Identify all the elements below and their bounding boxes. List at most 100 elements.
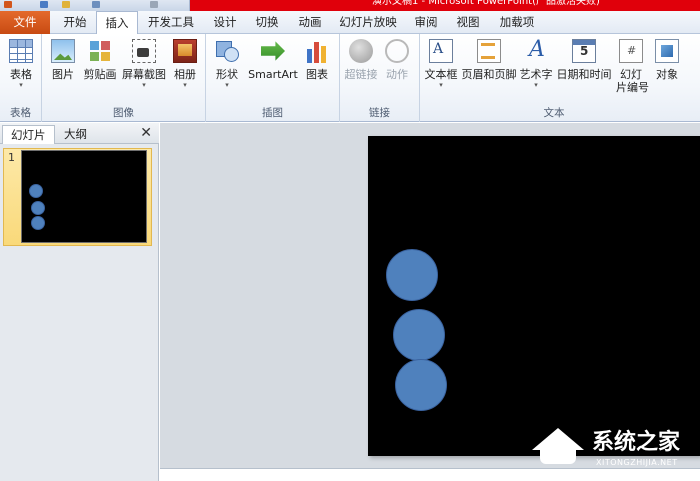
table-icon [9, 39, 33, 63]
album-button-label: 相册 [174, 68, 196, 81]
clipart-button-label: 剪贴画 [83, 68, 117, 81]
tab-slides[interactable]: 幻灯片 [2, 125, 55, 144]
save-icon[interactable] [92, 1, 100, 8]
object-button[interactable]: 对象 [652, 39, 682, 81]
tab-home[interactable]: 开始 [56, 11, 94, 34]
chart-button[interactable]: 图表 [302, 39, 332, 81]
tab-review[interactable]: 审阅 [406, 11, 446, 34]
tab-design[interactable]: 设计 [206, 11, 244, 34]
album-button[interactable]: 相册 ▾ [170, 39, 200, 90]
date-time-button-label: 日期和时间 [556, 68, 612, 81]
group-links-label: 链接 [369, 107, 390, 119]
wordart-button-label: 艺术字 [519, 68, 553, 81]
group-tables-label: 表格 [10, 107, 31, 119]
slide-number: 1 [8, 151, 15, 164]
slide-canvas[interactable] [368, 136, 700, 456]
wordart-button[interactable]: 艺术字 ▾ [518, 39, 554, 90]
thumbnail-circle [29, 184, 43, 198]
undo-icon[interactable] [40, 1, 48, 8]
chevron-down-icon: ▾ [142, 81, 146, 89]
screenshot-button[interactable]: 屏幕截图 ▾ [120, 39, 168, 90]
tab-addins[interactable]: 加载项 [492, 11, 542, 34]
group-illustrations-label: 插图 [262, 107, 283, 119]
quick-access-toolbar [0, 0, 190, 11]
date-time-button[interactable]: 日期和时间 [554, 39, 614, 81]
group-links: 超链接 动作 链接 [340, 34, 420, 122]
watermark-text: 系统之家 [592, 430, 681, 455]
picture-button[interactable]: 图片 [48, 39, 78, 81]
tab-slideshow[interactable]: 幻灯片放映 [334, 11, 402, 34]
picture-button-label: 图片 [52, 68, 74, 81]
shapes-button-label: 形状 [216, 68, 238, 81]
slide-number-button[interactable]: 幻灯 片编号 [616, 39, 649, 94]
ribbon: 表格 ▾ 表格 图片 剪贴画 屏幕截图 ▾ 相册 ▾ 图像 形状 ▾ Smart… [0, 34, 700, 122]
tab-file[interactable]: 文件 [0, 11, 50, 34]
wordart-icon [524, 39, 548, 63]
smartart-button-label: SmartArt [248, 68, 298, 81]
group-tables: 表格 ▾ 表格 [0, 34, 42, 122]
chevron-down-icon: ▾ [225, 81, 229, 89]
object-icon [655, 39, 679, 63]
screenshot-button-label: 屏幕截图 [122, 68, 166, 81]
title-bar: 演示文稿1 - Microsoft PowerPoint(产品激活失败) [0, 0, 700, 11]
screenshot-icon [132, 39, 156, 63]
tab-view[interactable]: 视图 [448, 11, 488, 34]
watermark-house-icon [530, 428, 588, 468]
header-footer-button[interactable]: 页眉和页脚 [460, 39, 518, 81]
circle-shape[interactable] [395, 359, 447, 411]
smartart-icon [261, 41, 285, 61]
clipart-button[interactable]: 剪贴画 [82, 39, 118, 81]
group-images: 图片 剪贴画 屏幕截图 ▾ 相册 ▾ 图像 [42, 34, 206, 122]
photo-album-icon [173, 39, 197, 63]
chevron-down-icon: ▾ [183, 81, 187, 89]
circle-shape[interactable] [393, 309, 445, 361]
hyperlink-button-label: 超链接 [344, 68, 378, 81]
chart-button-label: 图表 [306, 68, 328, 81]
thumbnail-circle [31, 201, 45, 215]
hyperlink-icon [349, 39, 373, 63]
header-footer-icon [477, 39, 501, 63]
chevron-down-icon: ▾ [19, 81, 23, 89]
tab-insert[interactable]: 插入 [96, 11, 138, 35]
chart-icon [305, 39, 329, 63]
group-text: 文本框 ▾ 页眉和页脚 艺术字 ▾ 日期和时间 幻灯 片编号 对象 文本 [420, 34, 688, 122]
tab-outline[interactable]: 大纲 [56, 125, 95, 144]
action-icon [385, 39, 409, 63]
pane-tabs: 幻灯片 大纲 ✕ [0, 123, 159, 144]
redo-icon[interactable] [62, 1, 70, 8]
header-footer-button-label: 页眉和页脚 [461, 68, 517, 81]
slide-thumbnail-row[interactable]: 1 [0, 145, 159, 249]
circle-shape[interactable] [386, 249, 438, 301]
picture-icon [51, 39, 75, 63]
app-icon[interactable] [4, 1, 12, 8]
ribbon-tab-bar: 文件 开始 插入 开发工具 设计 切换 动画 幻灯片放映 审阅 视图 加载项 [0, 11, 700, 35]
tab-animations[interactable]: 动画 [290, 11, 330, 34]
group-images-label: 图像 [113, 107, 134, 119]
tab-transitions[interactable]: 切换 [248, 11, 286, 34]
close-icon[interactable]: ✕ [140, 124, 152, 142]
calendar-icon [572, 39, 596, 63]
action-button[interactable]: 动作 [382, 39, 412, 81]
slide-number-label-line1: 幻灯 [620, 68, 642, 81]
textbox-button[interactable]: 文本框 ▾ [422, 39, 460, 90]
thumbnail-circle [31, 216, 45, 230]
hyperlink-button[interactable]: 超链接 [342, 39, 380, 81]
table-button[interactable]: 表格 ▾ [4, 39, 38, 90]
shapes-button[interactable]: 形状 ▾ [212, 39, 242, 90]
watermark-subtext: XITONGZHIJIA.NET [596, 458, 678, 467]
object-button-label: 对象 [656, 68, 678, 81]
smartart-button[interactable]: SmartArt [246, 39, 300, 81]
chevron-down-icon: ▾ [534, 81, 538, 89]
clipart-icon [88, 39, 112, 63]
textbox-icon [429, 39, 453, 63]
group-text-label: 文本 [543, 107, 565, 119]
table-button-label: 表格 [10, 68, 32, 81]
textbox-button-label: 文本框 [424, 68, 458, 81]
slide-number-icon [619, 39, 643, 63]
slides-pane: 幻灯片 大纲 ✕ 1 [0, 123, 159, 481]
slide-thumbnail[interactable] [21, 150, 147, 243]
window-title: 演示文稿1 - Microsoft PowerPoint(产品激活失败) [372, 0, 600, 7]
tab-developer[interactable]: 开发工具 [142, 11, 200, 34]
customize-toolbar-icon[interactable] [150, 1, 158, 8]
slide-number-label-line2: 片编号 [616, 81, 649, 94]
